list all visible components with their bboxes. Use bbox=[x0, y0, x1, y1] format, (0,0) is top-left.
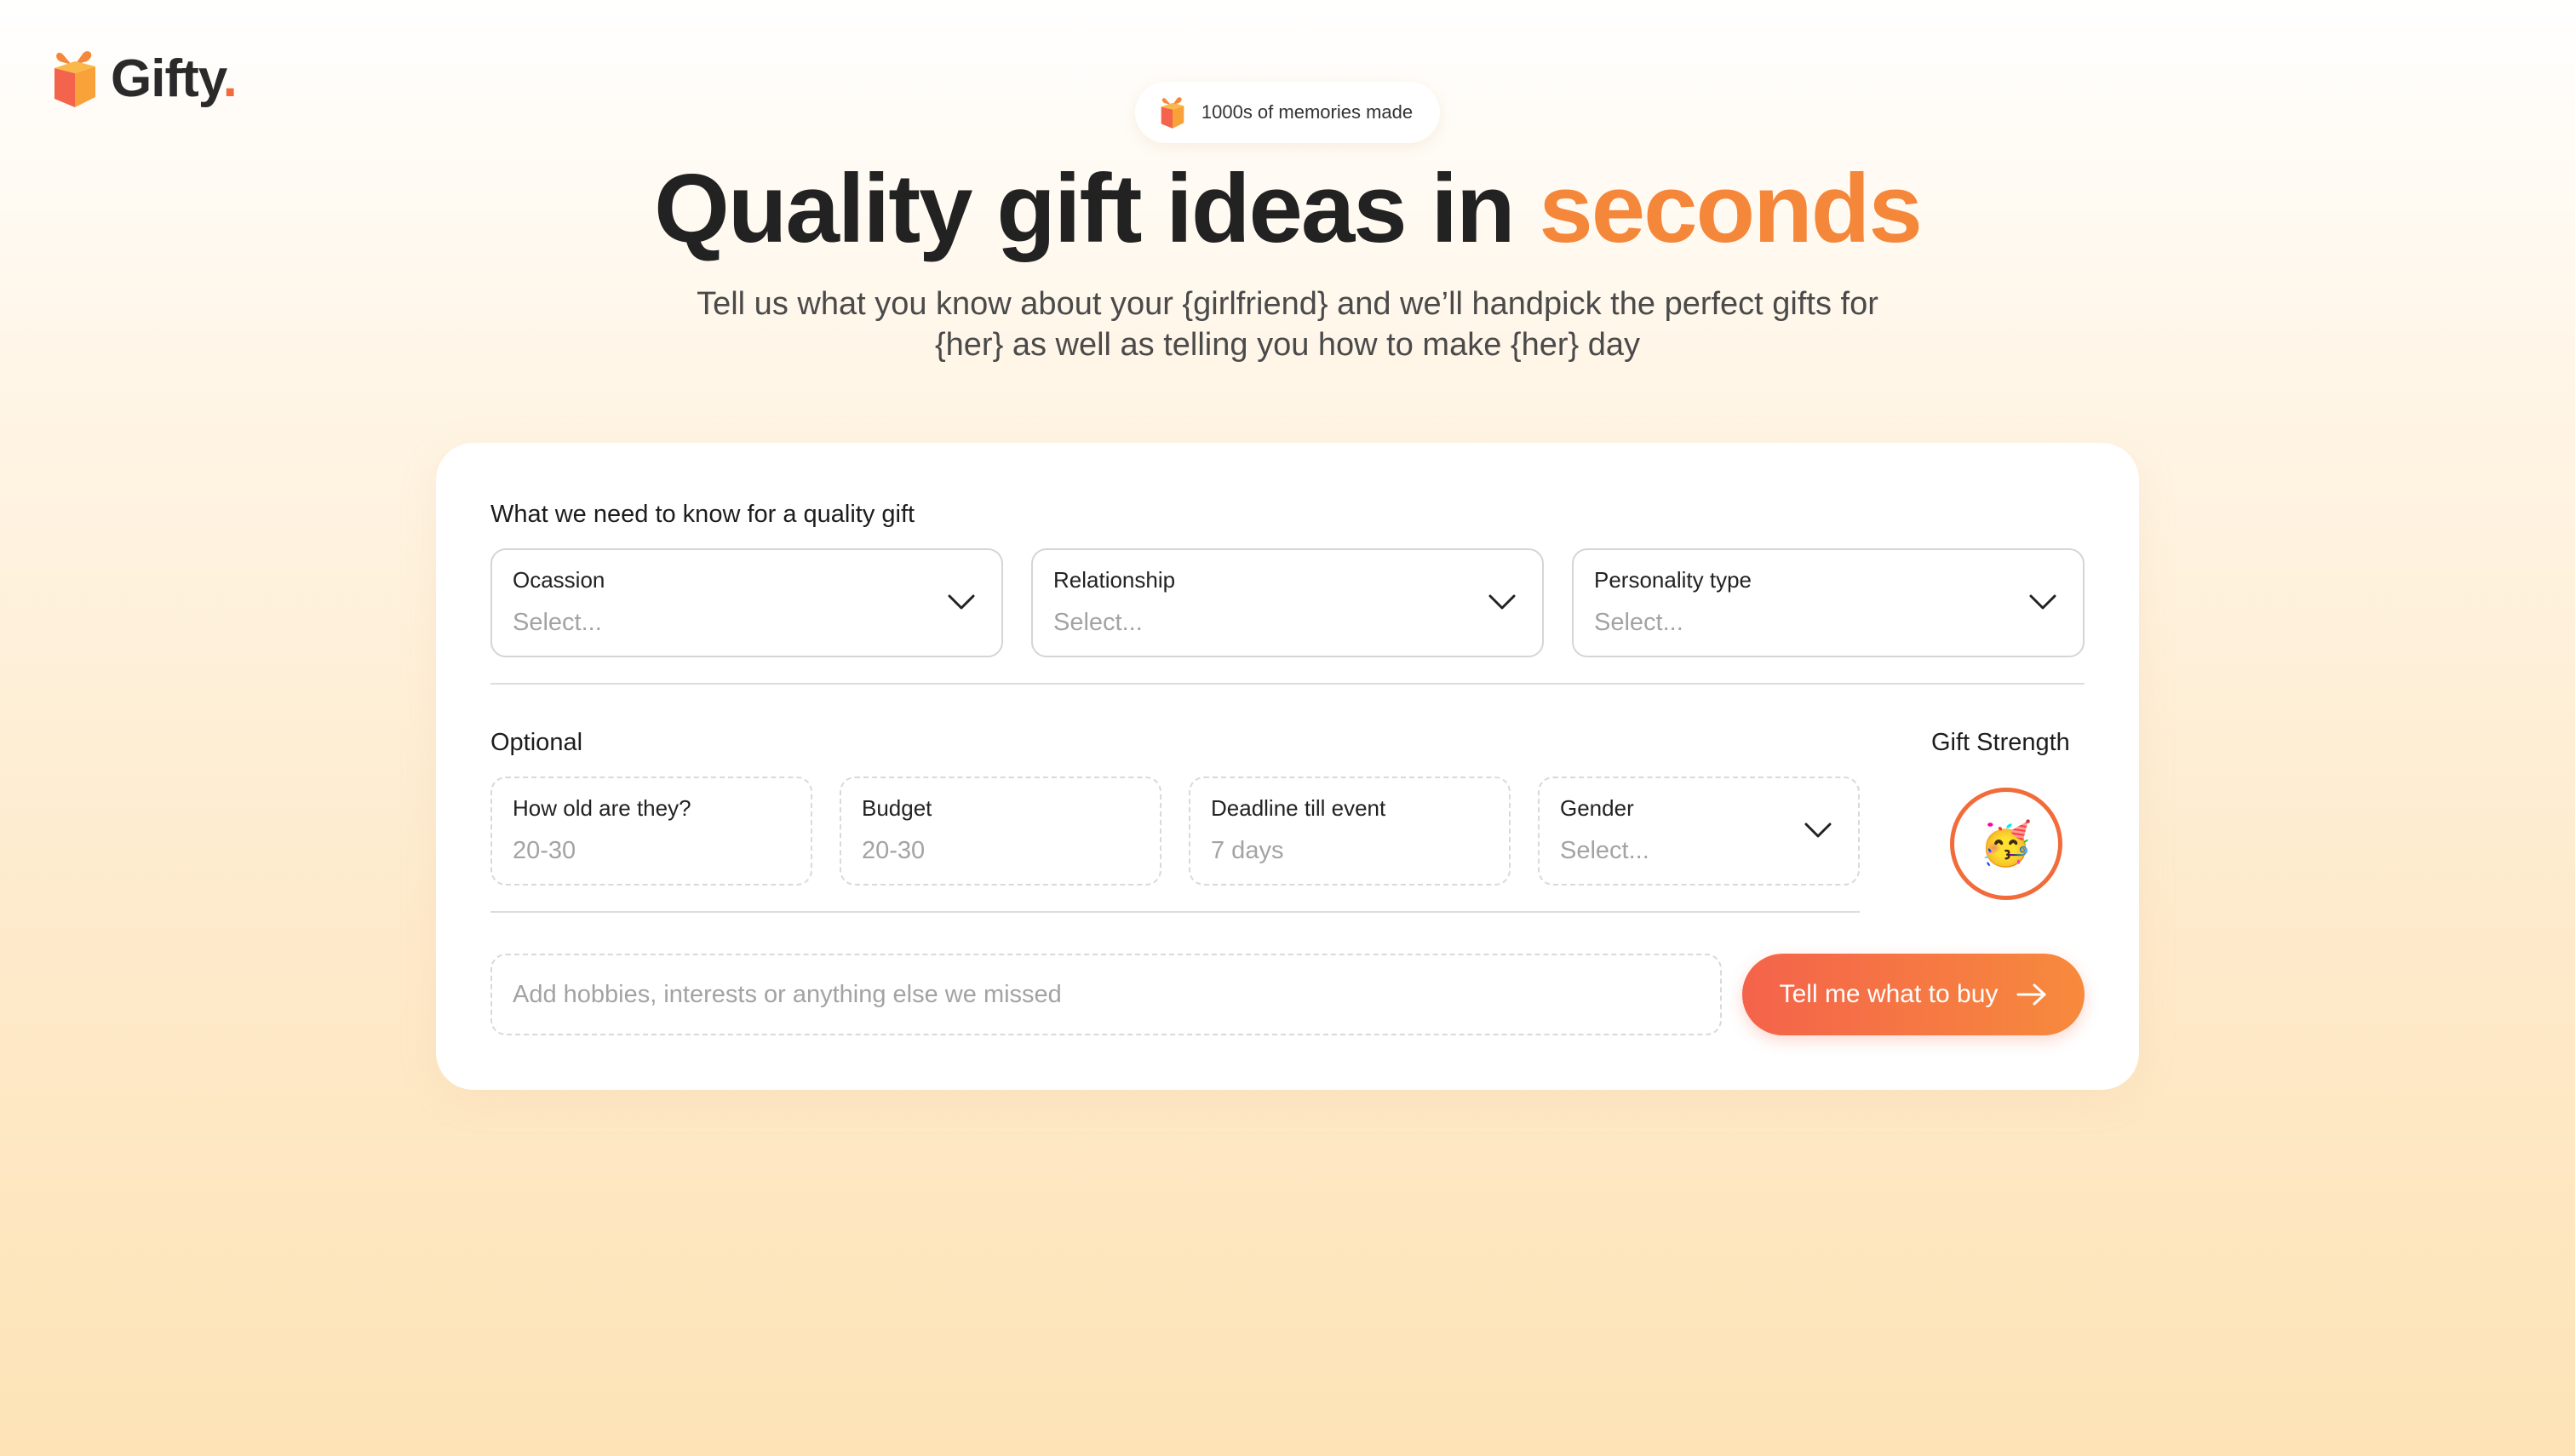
field-value: Select... bbox=[1594, 609, 1683, 636]
page-subtitle: Tell us what you know about your {girlfr… bbox=[697, 285, 1878, 363]
field-value: 7 days bbox=[1211, 837, 1284, 864]
field-label: Deadline till event bbox=[1211, 795, 1386, 821]
field-label: Relationship bbox=[1053, 567, 1176, 593]
field-label: Ocassion bbox=[513, 567, 605, 593]
hobbies-input[interactable]: Add hobbies, interests or anything else … bbox=[490, 954, 1722, 1035]
field-label: Budget bbox=[862, 795, 932, 821]
chevron-down-icon bbox=[1804, 823, 1832, 838]
section-divider bbox=[490, 911, 1860, 913]
gift-box-icon bbox=[1161, 97, 1184, 129]
field-value: 20-30 bbox=[862, 837, 926, 864]
hero-section: 1000s of memories made Quality gift idea… bbox=[0, 82, 2575, 365]
required-section-title: What we need to know for a quality gift bbox=[490, 501, 915, 528]
hobbies-placeholder: Add hobbies, interests or anything else … bbox=[513, 980, 1062, 1008]
field-value: Select... bbox=[513, 609, 602, 636]
age-range-field[interactable]: How old are they? 20-30 bbox=[490, 777, 812, 886]
headline-accent: seconds bbox=[1539, 155, 1923, 263]
field-label: Gender bbox=[1560, 795, 1634, 821]
field-value: Select... bbox=[1053, 609, 1143, 636]
field-value: Select... bbox=[1560, 837, 1649, 864]
gift-form-card: What we need to know for a quality gift … bbox=[436, 443, 2139, 1090]
memories-badge: 1000s of memories made bbox=[1134, 82, 1441, 143]
budget-field[interactable]: Budget 20-30 bbox=[840, 777, 1161, 886]
party-face-icon: 🥳 bbox=[1979, 819, 2033, 868]
personality-type-select[interactable]: Personality type Select... bbox=[1572, 548, 2085, 657]
page-title: Quality gift ideas in seconds bbox=[654, 155, 1923, 263]
gift-strength-title: Gift Strength bbox=[1931, 729, 2070, 756]
submit-button-label: Tell me what to buy bbox=[1779, 980, 1999, 1008]
gender-select[interactable]: Gender Select... bbox=[1538, 777, 1860, 886]
optional-section-title: Optional bbox=[490, 729, 583, 756]
arrow-right-icon bbox=[2016, 983, 2046, 1006]
occasion-select[interactable]: Ocassion Select... bbox=[490, 548, 1003, 657]
deadline-field[interactable]: Deadline till event 7 days bbox=[1189, 777, 1511, 886]
chevron-down-icon bbox=[1488, 594, 1516, 610]
field-value: 20-30 bbox=[513, 837, 576, 864]
field-label: Personality type bbox=[1594, 567, 1752, 593]
chevron-down-icon bbox=[2029, 594, 2056, 610]
field-label: How old are they? bbox=[513, 795, 691, 821]
submit-button[interactable]: Tell me what to buy bbox=[1742, 954, 2085, 1035]
section-divider bbox=[490, 683, 2085, 685]
relationship-select[interactable]: Relationship Select... bbox=[1031, 548, 1544, 657]
badge-text: 1000s of memories made bbox=[1201, 101, 1414, 123]
chevron-down-icon bbox=[948, 594, 975, 610]
gift-strength-indicator: 🥳 bbox=[1950, 788, 2062, 900]
